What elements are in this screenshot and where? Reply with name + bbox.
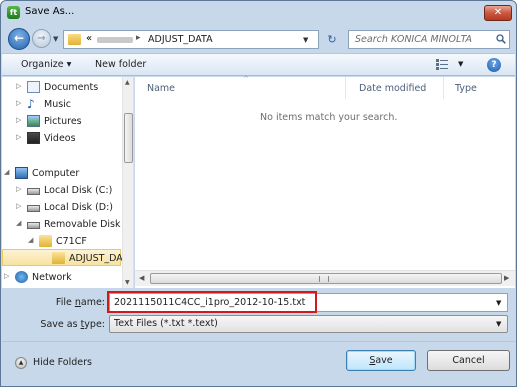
scroll-right-arrow-icon[interactable]: ▶: [504, 274, 509, 282]
recent-locations-dropdown[interactable]: ▼: [53, 35, 58, 43]
close-button[interactable]: ✕: [484, 5, 512, 21]
expand-arrow-icon[interactable]: ▷: [16, 133, 21, 141]
file-list-horizontal-scrollbar[interactable]: ◀ ▶: [135, 270, 515, 286]
refresh-button[interactable]: ↻: [322, 30, 342, 49]
nav-tree-label: Local Disk (D:): [44, 202, 113, 213]
column-header-label: Date modified: [359, 83, 427, 94]
scroll-up-arrow-icon[interactable]: ▲: [125, 79, 130, 86]
nav-tree-item[interactable]: ADJUST_DAT: [2, 249, 128, 266]
help-icon[interactable]: ?: [487, 58, 501, 72]
nav-tree-item[interactable]: ▷ ♪ Music: [2, 96, 121, 113]
organize-button[interactable]: Organize ▾: [21, 59, 71, 70]
nav-vertical-scrollbar[interactable]: ▲ ▼: [122, 77, 133, 288]
column-header-label: Name: [147, 83, 176, 94]
forward-button[interactable]: →: [32, 29, 51, 48]
navigation-pane: ▷ Documents ▷ ♪ Music ▷ Pictures ▷ Videos ◢ Comput…: [2, 77, 134, 288]
file-name-dropdown-icon[interactable]: ▼: [496, 299, 501, 307]
file-list: ^ Name Date modified Type No items match…: [135, 75, 515, 288]
empty-message: No items match your search.: [260, 112, 398, 123]
network-icon: [15, 271, 28, 283]
save-as-type-label: Save as type:: [40, 319, 105, 330]
address-separator-icon[interactable]: ▸: [136, 33, 141, 43]
videos-icon: [27, 132, 40, 144]
scroll-down-arrow-icon[interactable]: ▼: [125, 279, 130, 286]
address-overflow-chevron[interactable]: «: [86, 33, 92, 44]
cancel-button[interactable]: Cancel: [427, 350, 510, 371]
local-disk-icon: [27, 205, 40, 212]
expand-arrow-icon[interactable]: ▷: [16, 99, 21, 107]
nav-tree-label: Documents: [44, 82, 99, 93]
save-as-type-dropdown-icon[interactable]: ▼: [496, 320, 501, 328]
title-bar: ft Save As... ✕: [1, 1, 516, 25]
file-list-scroll-thumb[interactable]: [150, 273, 502, 284]
scroll-grip: [319, 276, 329, 282]
nav-tree-label: Removable Disk (: [44, 219, 128, 230]
search-icon[interactable]: [496, 34, 506, 44]
nav-tree-label: Music: [44, 99, 72, 110]
collapse-up-icon: ▲: [15, 357, 27, 369]
redacted-path-segment: [97, 37, 133, 43]
save-as-type-select[interactable]: Text Files (*.txt *.text) ▼: [109, 315, 508, 333]
nav-tree-item[interactable]: ▷ Documents: [2, 79, 121, 96]
folder-icon: [52, 252, 65, 264]
save-button[interactable]: Save: [346, 350, 416, 371]
save-as-type-value: Text Files (*.txt *.text): [114, 318, 218, 329]
computer-icon: [15, 167, 28, 179]
pictures-icon: [27, 115, 40, 127]
change-view-icon[interactable]: [436, 59, 448, 70]
address-dropdown-icon[interactable]: ▼: [303, 36, 308, 44]
nav-tree-item[interactable]: ▷ Local Disk (D:): [2, 199, 121, 216]
nav-tree-item[interactable]: ▷ Local Disk (C:): [2, 182, 121, 199]
music-icon: ♪: [27, 97, 35, 111]
removable-disk-icon: [27, 222, 40, 229]
nav-tree-label: Network: [32, 272, 72, 283]
nav-tree-label: Computer: [32, 168, 80, 179]
column-header-label: Type: [455, 83, 477, 94]
footer-divider: [2, 341, 515, 342]
save-as-dialog: ft Save As... ✕ ← → ▼ « ▸ ADJUST_DATA ▼ …: [0, 0, 517, 387]
local-disk-icon: [27, 188, 40, 195]
column-header-date-modified[interactable]: Date modified: [347, 77, 444, 99]
app-icon: ft: [7, 6, 20, 19]
expand-arrow-icon[interactable]: ▷: [16, 202, 21, 210]
search-placeholder: Search KONICA MINOLTA: [355, 34, 473, 45]
nav-tree-label: Videos: [44, 133, 76, 144]
address-current-folder[interactable]: ADJUST_DATA: [148, 34, 213, 45]
nav-tree-item[interactable]: ◢ C71CF: [2, 233, 121, 250]
folder-icon: [39, 235, 52, 247]
nav-tree-item[interactable]: ▷ Videos: [2, 130, 121, 147]
nav-tree-item[interactable]: ▷ Network: [2, 269, 121, 286]
hide-folders-label: Hide Folders: [33, 357, 92, 368]
nav-tree-item[interactable]: ◢ Removable Disk (: [2, 216, 127, 233]
expand-arrow-icon[interactable]: ▷: [4, 272, 9, 280]
nav-scroll-thumb[interactable]: [124, 113, 133, 163]
expand-arrow-icon[interactable]: ◢: [4, 168, 9, 176]
nav-tree-item[interactable]: ◢ Computer: [2, 165, 121, 182]
nav-tree-label: ADJUST_DAT: [69, 253, 128, 264]
column-header-name[interactable]: ^ Name: [135, 75, 346, 99]
file-name-label: File name:: [55, 297, 105, 308]
new-folder-button[interactable]: New folder: [95, 59, 146, 70]
expand-arrow-icon[interactable]: ▷: [16, 82, 21, 90]
search-box[interactable]: Search KONICA MINOLTA: [348, 30, 510, 49]
expand-arrow-icon[interactable]: ◢: [28, 236, 33, 244]
nav-tree-item[interactable]: ▷ Pictures: [2, 113, 121, 130]
scroll-left-arrow-icon[interactable]: ◀: [139, 274, 144, 282]
address-bar[interactable]: « ▸ ADJUST_DATA: [63, 30, 319, 49]
nav-tree-label: Local Disk (C:): [44, 185, 113, 196]
command-toolbar: Organize ▾ New folder ▼ ?: [2, 53, 515, 76]
nav-tree-label: Pictures: [44, 116, 82, 127]
view-options-dropdown-icon[interactable]: ▼: [458, 60, 463, 68]
sort-caret-icon: ^: [243, 75, 249, 83]
back-button[interactable]: ←: [8, 28, 30, 50]
documents-icon: [27, 81, 40, 93]
expand-arrow-icon[interactable]: ◢: [16, 219, 21, 227]
expand-arrow-icon[interactable]: ▷: [16, 116, 21, 124]
nav-tree-label: C71CF: [56, 236, 87, 247]
folder-icon: [68, 34, 81, 45]
expand-arrow-icon[interactable]: ▷: [16, 185, 21, 193]
column-header-type[interactable]: Type: [445, 77, 515, 99]
annotation-highlight-box: [107, 291, 317, 313]
window-title: Save As...: [25, 6, 75, 17]
